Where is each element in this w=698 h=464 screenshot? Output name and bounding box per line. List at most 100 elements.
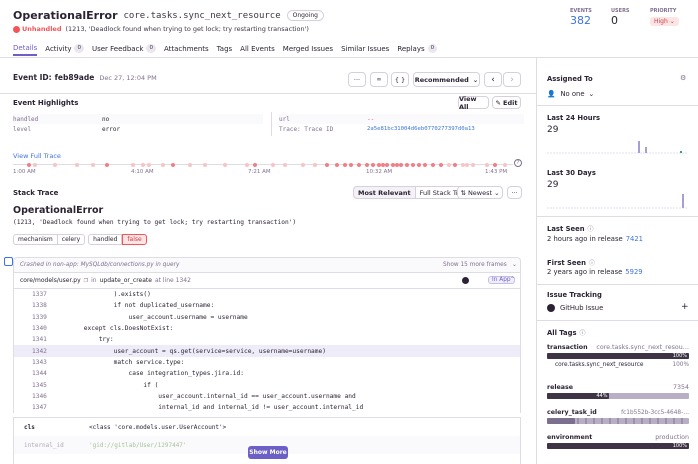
timeline-dot[interactable] [485, 163, 489, 167]
timeline-dot[interactable] [465, 163, 469, 167]
tag-environment[interactable]: environment production 100% [547, 434, 689, 449]
timeline-dot[interactable] [203, 163, 207, 167]
tab-merged-issues[interactable]: Merged Issues [283, 41, 333, 56]
chevron-up-icon[interactable]: ⌃ [510, 276, 515, 283]
next-event-button[interactable]: › [503, 72, 521, 87]
timeline-dot[interactable] [385, 163, 389, 167]
timeline-dot[interactable] [253, 163, 257, 167]
tag-release[interactable]: release 7354 44% [547, 384, 689, 399]
json-button[interactable]: { } [391, 72, 409, 87]
timeline-dot[interactable] [283, 163, 287, 167]
stat-users[interactable]: USERS 0 [611, 8, 630, 27]
event-more-button[interactable]: ··· [348, 72, 366, 87]
tab-all-events[interactable]: All Events [240, 41, 275, 56]
tab-tags[interactable]: Tags [217, 41, 233, 56]
tab-label: Details [13, 43, 38, 52]
assignee-dropdown[interactable]: 👤 No one ⌄ [547, 90, 594, 98]
show-more-button[interactable]: Show More [248, 446, 288, 459]
most-relevant-button[interactable]: Most Relevant [353, 186, 416, 199]
stat-events[interactable]: EVENTS 382 [570, 8, 592, 27]
timeline-dot[interactable] [431, 163, 435, 167]
tag-bar: 100% [547, 443, 689, 449]
timeline-dot[interactable] [493, 163, 497, 167]
timeline-dot[interactable] [417, 163, 421, 167]
help-icon[interactable]: ⓘ [589, 258, 595, 267]
timeline-dot[interactable] [335, 163, 339, 167]
timeline-dot[interactable] [439, 163, 443, 167]
sidebar-divider [536, 58, 537, 464]
timeline-dot[interactable] [53, 163, 57, 167]
timeline-dot[interactable] [141, 163, 145, 167]
timeline-dot[interactable] [349, 163, 353, 167]
tag-sub-percent: 100% [672, 362, 689, 368]
recommended-dropdown[interactable]: Recommended ⌄ [413, 72, 480, 87]
timeline-dot[interactable] [411, 163, 415, 167]
timeline-dot[interactable] [399, 163, 403, 167]
gear-icon[interactable]: ⚙ [680, 74, 686, 82]
edit-highlights-button[interactable]: ✎ Edit [492, 96, 521, 109]
timeline-dot[interactable] [245, 163, 249, 167]
sort-dropdown[interactable]: ⇅ Newest ⌄ [457, 186, 503, 199]
timeline-dot[interactable] [503, 163, 507, 167]
tab-user-feedback[interactable]: User Feedback 0 [92, 41, 156, 56]
timeline-dot[interactable] [33, 163, 37, 167]
previous-event-button[interactable]: ‹ [484, 72, 502, 87]
help-icon[interactable]: ⓘ [588, 224, 594, 233]
view-full-trace-link[interactable]: View Full Trace [13, 152, 61, 160]
tab-replays[interactable]: Replays 0 [397, 41, 438, 56]
timeline-dot[interactable] [471, 163, 475, 167]
event-id[interactable]: feb89ade [55, 73, 95, 82]
chevron-right-icon: › [510, 74, 514, 85]
stack-more-button[interactable]: ··· [507, 186, 522, 199]
timeline-dot[interactable] [357, 163, 361, 167]
timeline-dot[interactable] [147, 163, 151, 167]
timeline-dot[interactable] [365, 163, 369, 167]
timeline-dot[interactable] [171, 163, 175, 167]
github-issue-row[interactable]: GitHub Issue [547, 304, 603, 312]
first-seen-release-link[interactable]: 5929 [625, 268, 642, 276]
tab-similar-issues[interactable]: Similar Issues [341, 41, 389, 56]
timeline-dot[interactable] [325, 163, 329, 167]
event-date: Dec 27, 12:04 PM [99, 73, 157, 82]
timeline-dot[interactable] [75, 163, 79, 167]
timeline-help-icon[interactable]: ? [514, 159, 522, 167]
github-icon [547, 304, 555, 312]
handled-tag-value: false [122, 234, 147, 245]
github-icon[interactable] [462, 277, 469, 284]
timeline-dot[interactable] [223, 163, 227, 167]
tab-attachments[interactable]: Attachments [164, 41, 209, 56]
timeline-dot[interactable] [423, 163, 427, 167]
highlight-key: url [279, 115, 290, 123]
tag-celery-task-id[interactable]: celery_task_id fc1b552b-3cc5-4648-… [547, 409, 689, 424]
crashed-frame-row[interactable]: Crashed in non-app: MySQLdb/connections.… [13, 257, 521, 272]
timeline-dot[interactable] [405, 163, 409, 167]
show-more-frames[interactable]: Show 15 more frames [443, 262, 507, 268]
timeline-dot[interactable] [453, 163, 457, 167]
timeline-dot[interactable] [161, 163, 165, 167]
tag-transaction[interactable]: transaction core.tasks.sync_next_resou… … [547, 344, 689, 368]
trace-id-link[interactable]: 2a5e81bc31004d6eb0770277397d0a13 [367, 126, 475, 132]
tab-activity[interactable]: Activity 0 [45, 41, 84, 56]
last-seen-release-link[interactable]: 7421 [626, 235, 643, 243]
help-icon[interactable]: ⓘ [580, 328, 586, 337]
chevron-down-icon: ⌄ [512, 261, 518, 268]
copy-link-button[interactable]: ∞ [370, 72, 388, 87]
timeline-dot[interactable] [447, 163, 451, 167]
timeline-dot[interactable] [371, 163, 375, 167]
add-issue-icon[interactable]: + [681, 302, 689, 312]
timeline-dot[interactable] [27, 163, 31, 167]
timeline-dot[interactable] [188, 163, 192, 167]
timeline-dot[interactable] [343, 163, 347, 167]
timeline-dot[interactable] [271, 163, 275, 167]
timeline-dot[interactable] [313, 163, 317, 167]
timeline-dot[interactable] [105, 163, 109, 167]
copy-icon[interactable]: ❐ [84, 278, 88, 284]
view-all-button[interactable]: View All [458, 95, 489, 111]
chevron-down-icon: ⌄ [588, 90, 595, 98]
tab-details[interactable]: Details [13, 41, 38, 56]
timeline-dot[interactable] [131, 163, 135, 167]
priority-dropdown[interactable]: High ⌄ [650, 17, 679, 26]
timeline-dot[interactable] [301, 163, 305, 167]
frame-header[interactable]: core/models/user.py ❐ in update_or_creat… [13, 272, 521, 289]
timeline-dot[interactable] [91, 163, 95, 167]
